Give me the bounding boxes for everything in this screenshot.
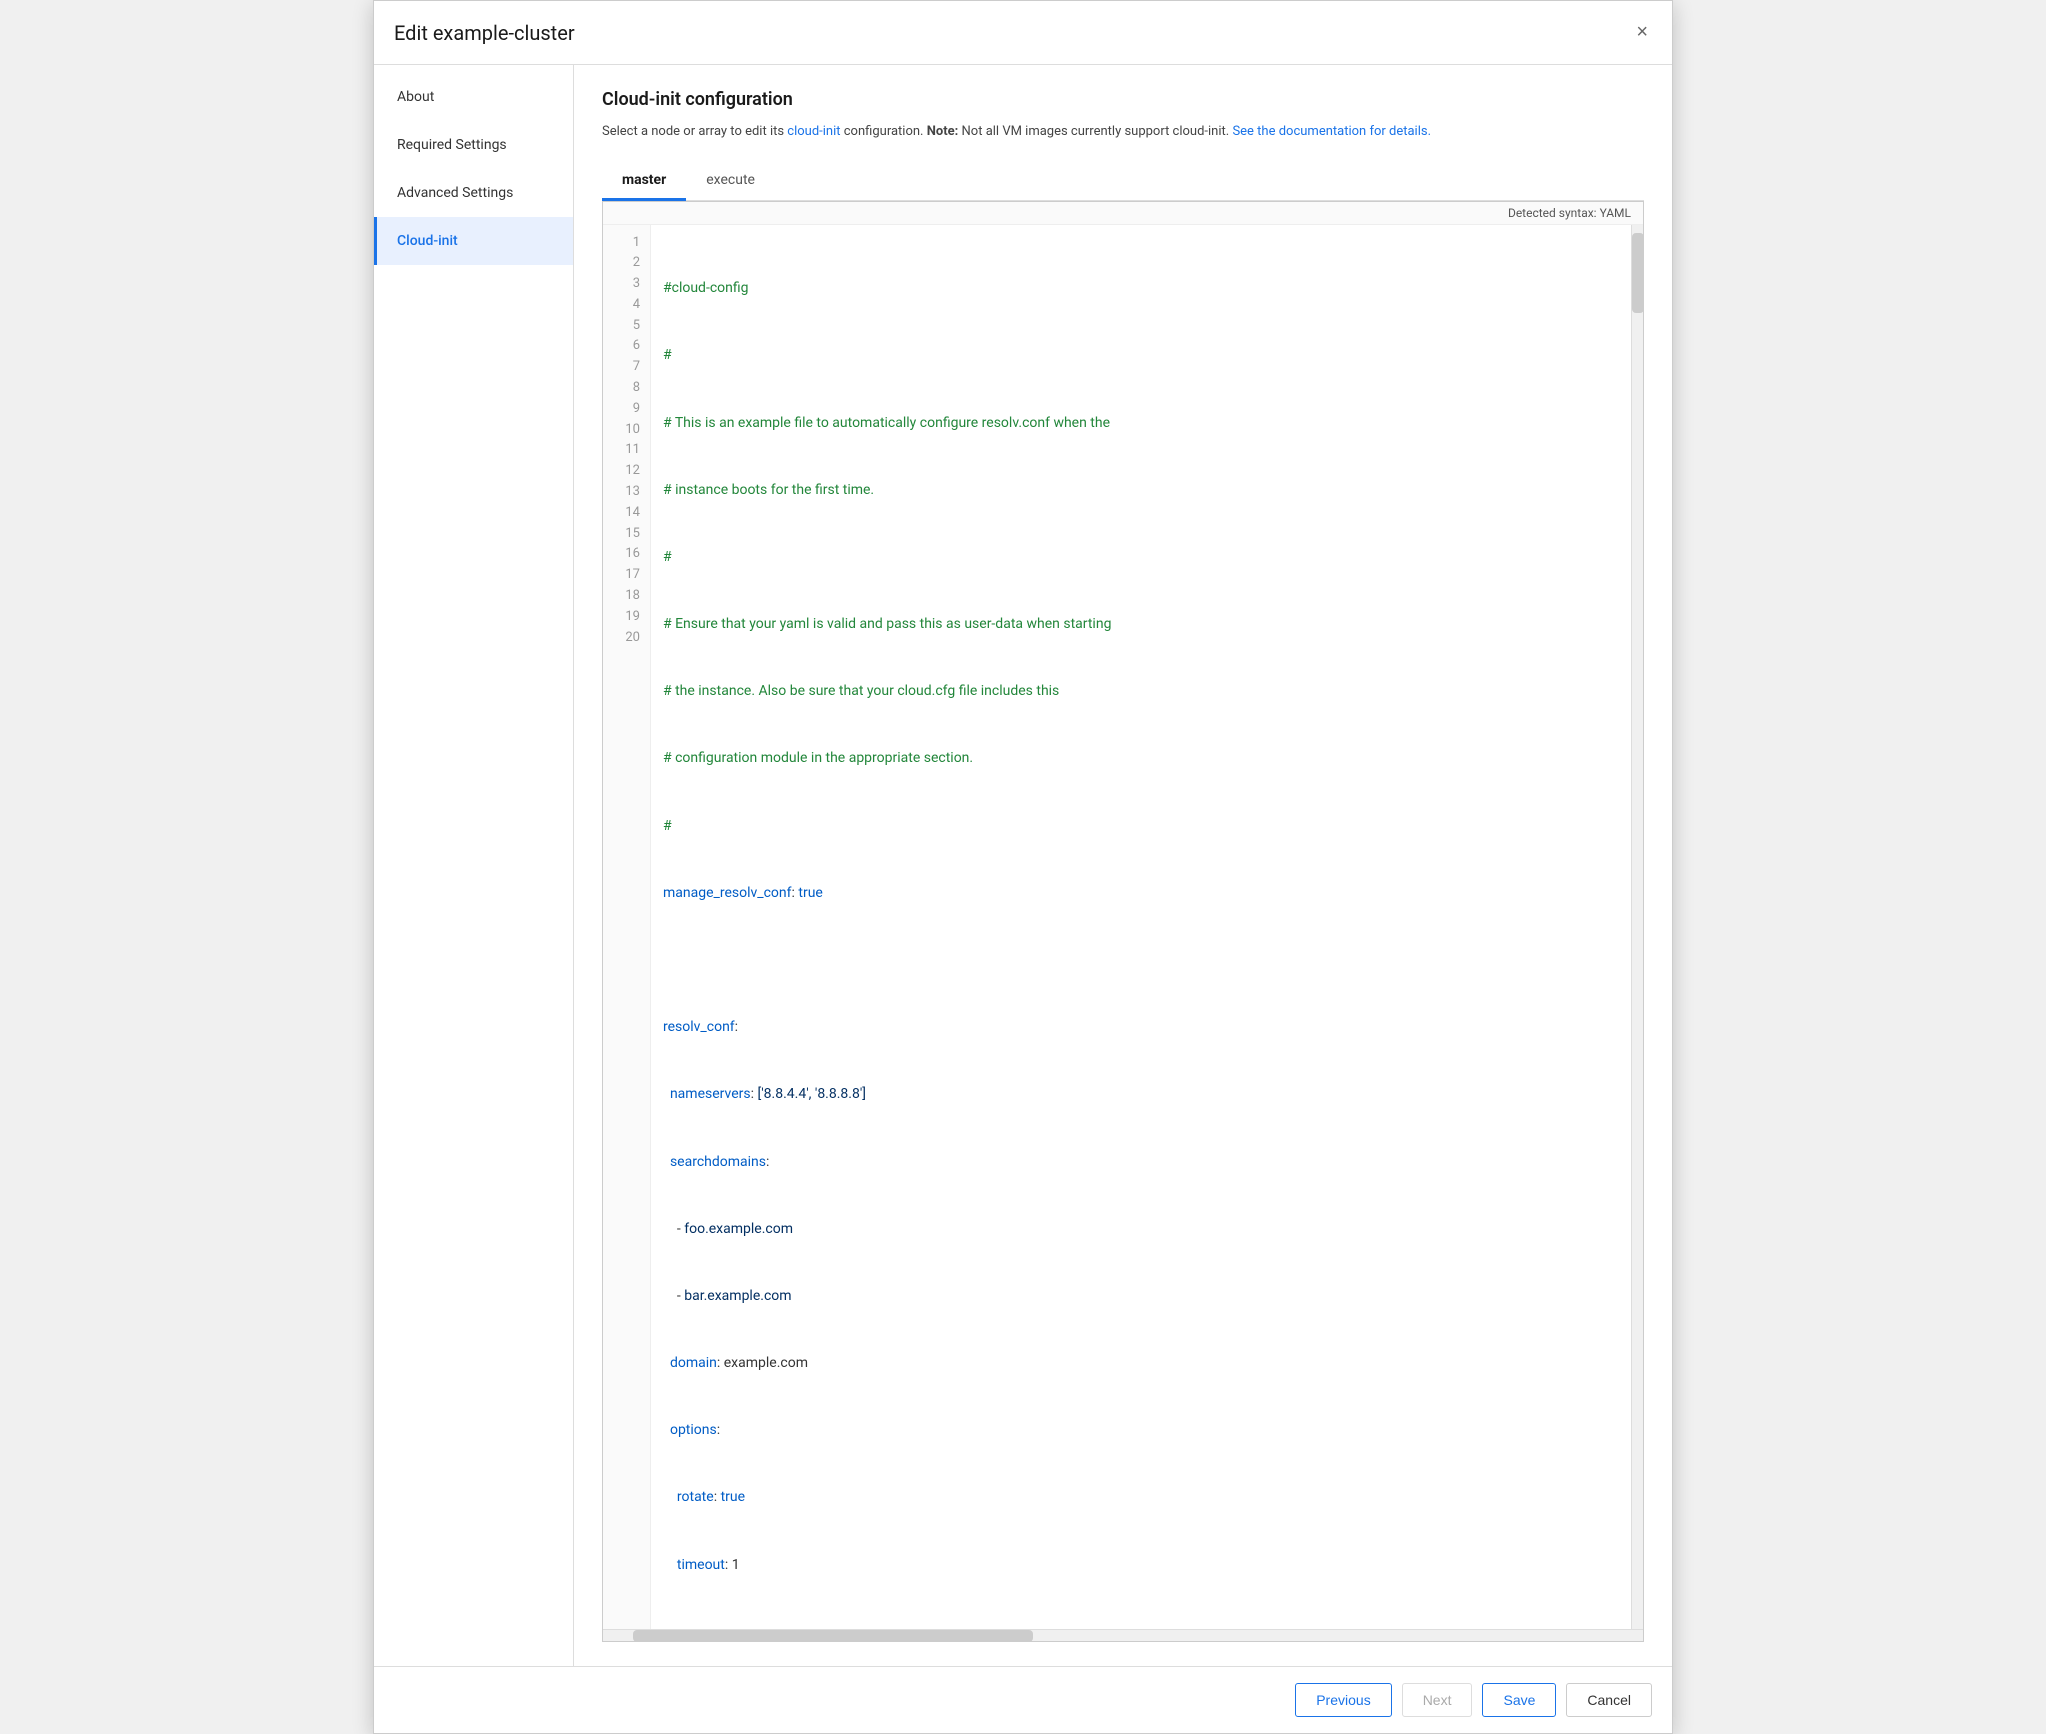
dialog-body: About Required Settings Advanced Setting… xyxy=(374,65,1672,1666)
code-line-5: # xyxy=(663,546,1619,568)
code-line-11 xyxy=(663,949,1619,971)
code-line-18: options: xyxy=(663,1419,1619,1441)
code-editor[interactable]: #cloud-config # # This is an example fil… xyxy=(651,225,1631,1629)
save-button[interactable]: Save xyxy=(1482,1683,1556,1717)
dialog: Edit example-cluster × About Required Se… xyxy=(373,0,1673,1734)
sidebar-item-about[interactable]: About xyxy=(374,73,573,121)
dialog-footer: Previous Next Save Cancel xyxy=(374,1666,1672,1733)
section-title: Cloud-init configuration xyxy=(602,89,1644,110)
tab-execute[interactable]: execute xyxy=(686,162,775,201)
close-button[interactable]: × xyxy=(1632,17,1652,48)
tab-master[interactable]: master xyxy=(602,162,686,201)
sidebar-item-cloud-init[interactable]: Cloud-init xyxy=(374,217,573,265)
code-line-14: searchdomains: xyxy=(663,1151,1619,1173)
syntax-label: Detected syntax: YAML xyxy=(603,202,1643,225)
cloud-init-link[interactable]: cloud-init xyxy=(787,124,840,139)
previous-button[interactable]: Previous xyxy=(1295,1683,1391,1717)
sidebar-item-required-settings[interactable]: Required Settings xyxy=(374,121,573,169)
sidebar-item-cloud-init-label: Cloud-init xyxy=(397,233,458,249)
code-line-20: timeout: 1 xyxy=(663,1554,1619,1576)
doc-link[interactable]: See the documentation for details. xyxy=(1232,124,1431,139)
next-button[interactable]: Next xyxy=(1402,1683,1473,1717)
code-line-4: # instance boots for the first time. xyxy=(663,479,1619,501)
editor-wrapper: 1 2 3 4 5 6 7 8 9 10 11 12 13 xyxy=(603,225,1643,1641)
section-desc: Select a node or array to edit its cloud… xyxy=(602,122,1644,142)
code-line-17: domain: example.com xyxy=(663,1352,1619,1374)
sidebar-item-required-label: Required Settings xyxy=(397,137,507,153)
code-line-19: rotate: true xyxy=(663,1486,1619,1508)
desc-note-bold: Note: xyxy=(927,124,959,139)
sidebar-item-advanced-label: Advanced Settings xyxy=(397,185,513,201)
main-content: Cloud-init configuration Select a node o… xyxy=(574,65,1672,1666)
horizontal-scrollbar[interactable] xyxy=(603,1629,1643,1641)
sidebar-item-advanced-settings[interactable]: Advanced Settings xyxy=(374,169,573,217)
code-line-12: resolv_conf: xyxy=(663,1016,1619,1038)
code-scroll-area[interactable]: 1 2 3 4 5 6 7 8 9 10 11 12 13 xyxy=(603,225,1643,1629)
desc-part3: Not all VM images currently support clou… xyxy=(958,124,1232,139)
h-scrollbar-thumb[interactable] xyxy=(633,1630,1033,1642)
code-line-7: # the instance. Also be sure that your c… xyxy=(663,680,1619,702)
dialog-title: Edit example-cluster xyxy=(394,21,575,45)
dialog-header: Edit example-cluster × xyxy=(374,1,1672,65)
desc-part2: configuration. xyxy=(841,124,927,139)
code-line-10: manage_resolv_conf: true xyxy=(663,882,1619,904)
tabs: master execute xyxy=(602,162,1644,201)
code-line-1: #cloud-config xyxy=(663,277,1619,299)
line-numbers: 1 2 3 4 5 6 7 8 9 10 11 12 13 xyxy=(603,225,651,1629)
cancel-button[interactable]: Cancel xyxy=(1566,1683,1652,1717)
code-line-13: nameservers: ['8.8.4.4', '8.8.8.8'] xyxy=(663,1083,1619,1105)
editor-container: Detected syntax: YAML 1 2 3 4 5 6 7 8 9 xyxy=(602,201,1644,1642)
code-line-15: - foo.example.com xyxy=(663,1218,1619,1240)
sidebar: About Required Settings Advanced Setting… xyxy=(374,65,574,1666)
sidebar-item-about-label: About xyxy=(397,89,434,105)
desc-part1: Select a node or array to edit its xyxy=(602,124,787,139)
code-line-6: # Ensure that your yaml is valid and pas… xyxy=(663,613,1619,635)
code-line-9: # xyxy=(663,815,1619,837)
code-line-3: # This is an example file to automatical… xyxy=(663,412,1619,434)
code-line-8: # configuration module in the appropriat… xyxy=(663,747,1619,769)
code-line-16: - bar.example.com xyxy=(663,1285,1619,1307)
scrollbar-thumb[interactable] xyxy=(1632,233,1643,313)
code-line-2: # xyxy=(663,344,1619,366)
vertical-scrollbar[interactable] xyxy=(1631,225,1643,1629)
